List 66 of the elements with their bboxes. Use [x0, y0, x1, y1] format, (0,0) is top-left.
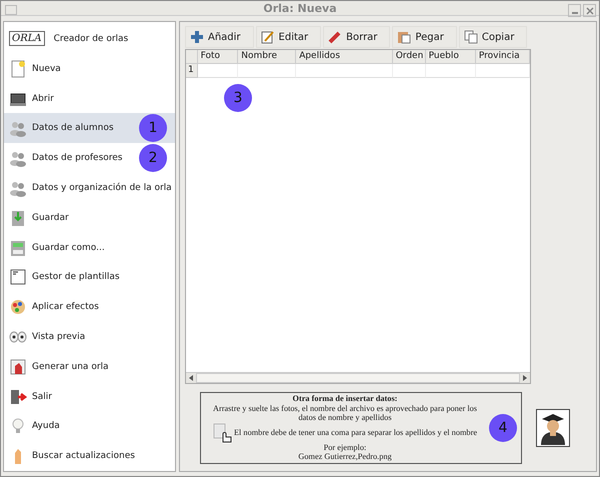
logo-icon: ORLA — [9, 31, 45, 46]
table-cell[interactable] — [296, 64, 393, 78]
save-as-icon — [9, 238, 27, 257]
step-marker: 1 — [139, 114, 167, 142]
people-icon — [9, 119, 27, 138]
sidebar-item[interactable]: Vista previa — [4, 322, 175, 352]
close-icon — [586, 6, 594, 14]
plus-icon — [190, 30, 204, 44]
table-cell[interactable] — [476, 64, 530, 78]
copy-icon — [464, 30, 478, 44]
toolbar-button[interactable]: Copiar — [458, 26, 528, 48]
step-marker: 4 — [489, 414, 517, 442]
step-marker: 2 — [139, 144, 167, 172]
info-title: Otra forma de insertar datos: — [292, 394, 398, 404]
palette-icon — [9, 298, 27, 316]
people-icon — [9, 149, 27, 168]
table-cell[interactable] — [238, 64, 296, 78]
exit-icon — [9, 388, 27, 406]
toolbar-button[interactable]: Pegar — [392, 26, 457, 48]
info-text: Gomez Gutierrez,Pedro.png — [298, 452, 392, 462]
sidebar-item[interactable]: Guardar — [4, 202, 175, 233]
toolbar-button[interactable]: Editar — [256, 26, 322, 48]
column-header[interactable]: Pueblo — [426, 50, 476, 64]
sidebar-item[interactable]: Salir — [4, 382, 175, 412]
sidebar-item[interactable]: Ayuda — [4, 411, 175, 442]
window-title: Orla: Nueva — [263, 2, 337, 15]
template-icon — [9, 268, 27, 286]
info-text: El nombre debe de tener una coma para separar los apellidos y el nombre — [234, 428, 478, 438]
close-button[interactable] — [583, 4, 596, 17]
graduate-icon — [536, 409, 570, 448]
info-text: Arrastre y suelte las fotos, el nombre del archivo es aprovechado para poner los datos de nombre y apellidos — [212, 404, 478, 423]
sidebar-item[interactable]: Gestor de plantillas — [4, 262, 175, 292]
minimize-button[interactable] — [568, 4, 581, 17]
sidebar-item[interactable]: Datos de alumnos 1 — [4, 113, 175, 144]
image-icon — [9, 358, 27, 376]
drag-drop-icon — [212, 422, 233, 443]
sidebar-item[interactable]: Datos y organización de la orla — [4, 173, 175, 203]
table-cell[interactable] — [426, 64, 476, 78]
step-marker: 3 — [224, 84, 252, 112]
column-header[interactable]: Foto — [198, 50, 238, 64]
column-header[interactable]: Apellidos — [296, 50, 393, 64]
app-icon — [5, 5, 17, 15]
horizontal-scrollbar[interactable] — [186, 372, 530, 384]
toolbar-button[interactable]: Borrar — [323, 26, 390, 48]
sidebar-item[interactable]: Abrir — [4, 84, 175, 114]
pencil-icon — [260, 30, 275, 44]
eraser-icon — [328, 30, 342, 44]
table-corner — [186, 50, 198, 64]
sidebar-item[interactable]: Nueva — [4, 54, 175, 84]
info-text: Por ejemplo: — [324, 442, 366, 452]
document-icon — [9, 60, 27, 78]
row-number: 1 — [186, 64, 198, 78]
sidebar-item[interactable]: Generar una orla — [4, 352, 175, 382]
sidebar-item[interactable]: Guardar como... — [4, 232, 175, 262]
toolbar-button[interactable]: Añadir — [185, 26, 254, 48]
sidebar-item[interactable]: Aplicar efectos — [4, 292, 175, 322]
column-header[interactable]: Nombre — [238, 50, 296, 64]
sidebar-item[interactable]: Datos de profesores 2 — [4, 143, 175, 174]
column-header[interactable]: Orden — [392, 50, 426, 64]
sidebar-item[interactable]: ORLA Creador de orlas — [4, 24, 175, 54]
sidebar-item[interactable]: Buscar actualizaciones — [4, 441, 175, 471]
clipboard-icon — [397, 30, 412, 44]
save-icon — [9, 208, 27, 227]
column-header[interactable]: Provincia — [476, 50, 530, 64]
table-cell[interactable] — [392, 64, 426, 78]
table-cell[interactable] — [198, 64, 238, 78]
